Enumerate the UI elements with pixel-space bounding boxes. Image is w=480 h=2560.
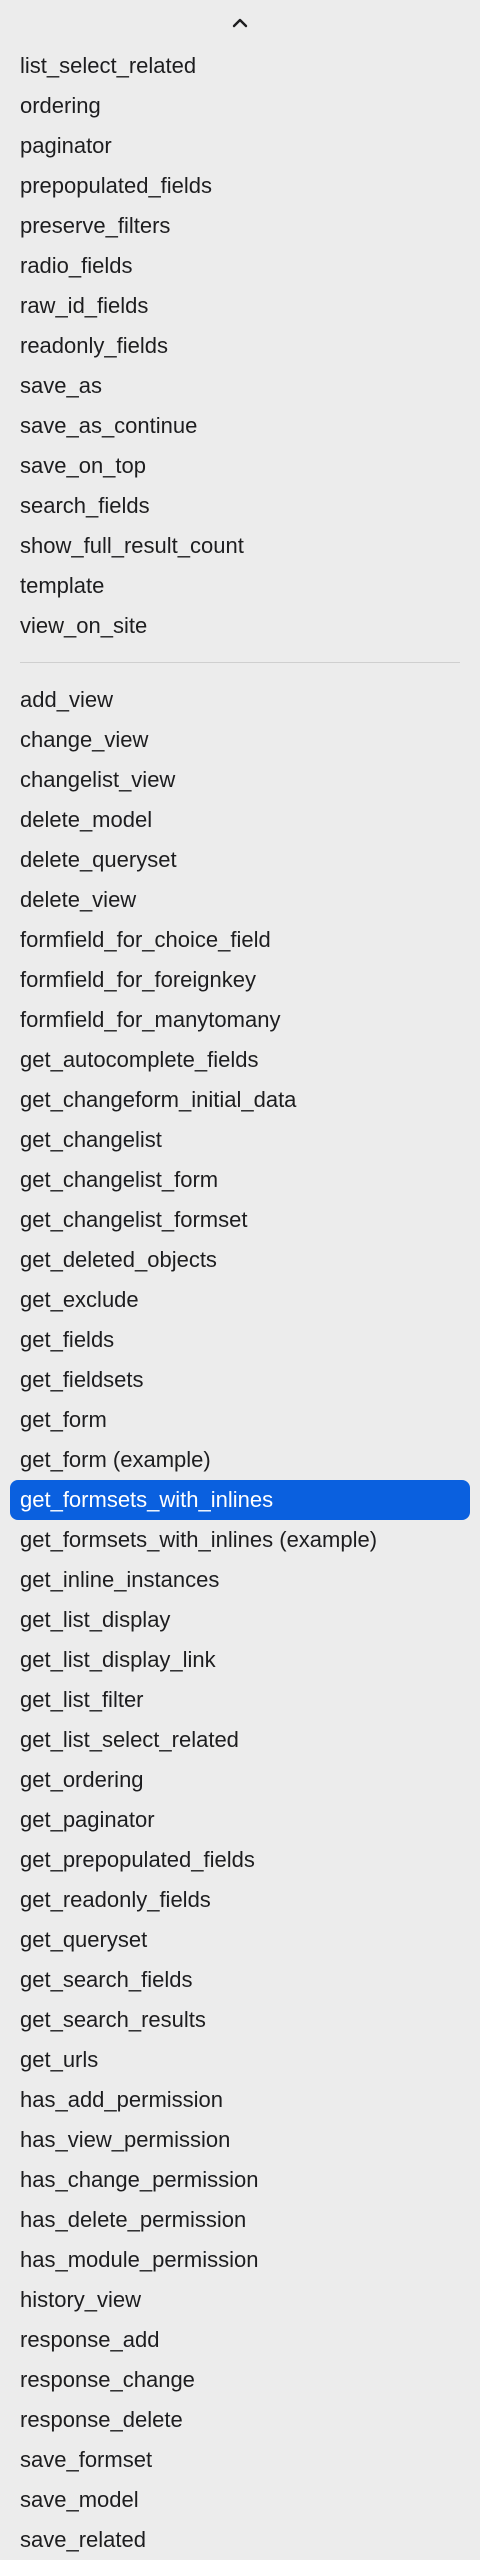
menu-item-get-autocomplete-fields[interactable]: get_autocomplete_fields [10,1040,470,1080]
menu-item-get-fields[interactable]: get_fields [10,1320,470,1360]
menu-item-get-list-display-link[interactable]: get_list_display_link [10,1640,470,1680]
menu-item-save-formset[interactable]: save_formset [10,2440,470,2480]
menu-item-get-changelist-form[interactable]: get_changelist_form [10,1160,470,1200]
menu-item-search-fields[interactable]: search_fields [10,486,470,526]
menu-item-preserve-filters[interactable]: preserve_filters [10,206,470,246]
menu-item-get-queryset[interactable]: get_queryset [10,1920,470,1960]
menu-item-has-view-permission[interactable]: has_view_permission [10,2120,470,2160]
menu-item-template[interactable]: template [10,566,470,606]
menu-item-get-list-filter[interactable]: get_list_filter [10,1680,470,1720]
menu-item-prepopulated-fields[interactable]: prepopulated_fields [10,166,470,206]
context-menu: list_select_related ordering paginator prep… [0,0,480,2558]
menu-item-save-as-continue[interactable]: save_as_continue [10,406,470,446]
menu-item-save-model[interactable]: save_model [10,2480,470,2520]
menu-item-get-inline-instances[interactable]: get_inline_instances [10,1560,470,1600]
menu-item-get-exclude[interactable]: get_exclude [10,1280,470,1320]
menu-separator [20,662,460,663]
menu-item-has-change-permission[interactable]: has_change_permission [10,2160,470,2200]
menu-item-get-formsets-with-inlines-example[interactable]: get_formsets_with_inlines (example) [10,1520,470,1560]
menu-group-methods: add_view change_view changelist_view delete… [0,680,480,2560]
menu-item-readonly-fields[interactable]: readonly_fields [10,326,470,366]
menu-item-get-form[interactable]: get_form [10,1400,470,1440]
menu-group-attributes: list_select_related ordering paginator prep… [0,46,480,646]
menu-item-get-ordering[interactable]: get_ordering [10,1760,470,1800]
menu-item-get-search-results[interactable]: get_search_results [10,2000,470,2040]
menu-item-raw-id-fields[interactable]: raw_id_fields [10,286,470,326]
menu-item-formfield-for-foreignkey[interactable]: formfield_for_foreignkey [10,960,470,1000]
menu-item-paginator[interactable]: paginator [10,126,470,166]
menu-item-show-full-result-count[interactable]: show_full_result_count [10,526,470,566]
menu-item-get-form-example[interactable]: get_form (example) [10,1440,470,1480]
menu-item-get-list-select-related[interactable]: get_list_select_related [10,1720,470,1760]
menu-item-get-changelist[interactable]: get_changelist [10,1120,470,1160]
menu-item-get-formsets-with-inlines[interactable]: get_formsets_with_inlines [10,1480,470,1520]
menu-item-get-changeform-initial-data[interactable]: get_changeform_initial_data [10,1080,470,1120]
menu-item-change-view[interactable]: change_view [10,720,470,760]
menu-item-get-urls[interactable]: get_urls [10,2040,470,2080]
scroll-up-button[interactable] [0,0,480,46]
menu-item-get-deleted-objects[interactable]: get_deleted_objects [10,1240,470,1280]
menu-item-get-readonly-fields[interactable]: get_readonly_fields [10,1880,470,1920]
menu-item-changelist-view[interactable]: changelist_view [10,760,470,800]
menu-item-formfield-for-choice-field[interactable]: formfield_for_choice_field [10,920,470,960]
menu-item-radio-fields[interactable]: radio_fields [10,246,470,286]
menu-item-get-changelist-formset[interactable]: get_changelist_formset [10,1200,470,1240]
menu-item-delete-model[interactable]: delete_model [10,800,470,840]
chevron-up-icon [231,17,249,29]
menu-item-get-prepopulated-fields[interactable]: get_prepopulated_fields [10,1840,470,1880]
menu-item-get-search-fields[interactable]: get_search_fields [10,1960,470,2000]
menu-item-response-delete[interactable]: response_delete [10,2400,470,2440]
menu-item-save-related[interactable]: save_related [10,2520,470,2560]
menu-item-history-view[interactable]: history_view [10,2280,470,2320]
menu-item-get-fieldsets[interactable]: get_fieldsets [10,1360,470,1400]
menu-item-formfield-for-manytomany[interactable]: formfield_for_manytomany [10,1000,470,1040]
menu-item-get-list-display[interactable]: get_list_display [10,1600,470,1640]
menu-item-list-select-related[interactable]: list_select_related [10,46,470,86]
menu-item-save-on-top[interactable]: save_on_top [10,446,470,486]
menu-item-has-delete-permission[interactable]: has_delete_permission [10,2200,470,2240]
menu-item-view-on-site[interactable]: view_on_site [10,606,470,646]
menu-item-response-add[interactable]: response_add [10,2320,470,2360]
menu-item-delete-queryset[interactable]: delete_queryset [10,840,470,880]
menu-item-delete-view[interactable]: delete_view [10,880,470,920]
menu-item-has-add-permission[interactable]: has_add_permission [10,2080,470,2120]
menu-item-has-module-permission[interactable]: has_module_permission [10,2240,470,2280]
menu-item-save-as[interactable]: save_as [10,366,470,406]
menu-item-response-change[interactable]: response_change [10,2360,470,2400]
menu-item-ordering[interactable]: ordering [10,86,470,126]
menu-item-add-view[interactable]: add_view [10,680,470,720]
menu-item-get-paginator[interactable]: get_paginator [10,1800,470,1840]
